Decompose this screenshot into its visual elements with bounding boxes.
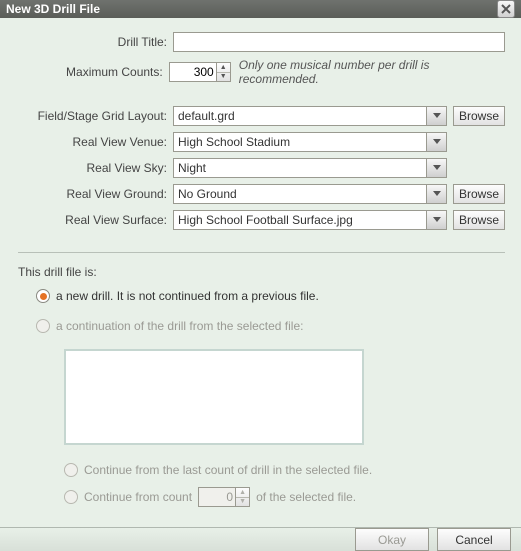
- surface-dropdown[interactable]: High School Football Surface.jpg: [173, 210, 447, 230]
- field-layout-value: default.grd: [173, 106, 427, 126]
- spinner-buttons[interactable]: ▲ ▼: [217, 62, 231, 82]
- drill-title-input[interactable]: [173, 32, 505, 52]
- sky-dropdown[interactable]: Night: [173, 158, 447, 178]
- cancel-button[interactable]: Cancel: [437, 528, 511, 551]
- close-button[interactable]: [497, 0, 515, 18]
- file-list-box[interactable]: [64, 349, 364, 445]
- radio-new-drill-label: a new drill. It is not continued from a …: [56, 289, 319, 303]
- dialog-title: New 3D Drill File: [6, 2, 497, 16]
- continue-count-spinner: ▲ ▼: [198, 487, 250, 507]
- divider: [18, 252, 505, 253]
- chevron-down-icon[interactable]: [427, 210, 447, 230]
- radio-continuation-label: a continuation of the drill from the sel…: [56, 319, 303, 333]
- browse-button-layout[interactable]: Browse: [453, 106, 505, 126]
- browse-button-surface[interactable]: Browse: [453, 210, 505, 230]
- chevron-down-icon[interactable]: [427, 184, 447, 204]
- spinner-buttons: ▲ ▼: [236, 487, 250, 507]
- chevron-down-icon[interactable]: [427, 106, 447, 126]
- radio-continue-last: [64, 463, 78, 477]
- label-surface: Real View Surface:: [18, 213, 173, 227]
- label-max-counts: Maximum Counts:: [18, 65, 169, 79]
- radio-continue-last-label: Continue from the last count of drill in…: [84, 463, 372, 477]
- continuation-group: Continue from the last count of drill in…: [64, 349, 505, 517]
- continue-count-input: [198, 487, 236, 507]
- spinner-up-icon[interactable]: ▲: [217, 63, 230, 73]
- surface-value: High School Football Surface.jpg: [173, 210, 427, 230]
- spinner-down-icon: ▼: [236, 498, 249, 507]
- chevron-down-icon[interactable]: [427, 158, 447, 178]
- close-icon: [501, 4, 511, 14]
- radio-continue-count: [64, 490, 78, 504]
- dialog-body: Drill Title: Maximum Counts: ▲ ▼ Only on…: [0, 18, 521, 527]
- label-sky: Real View Sky:: [18, 161, 173, 175]
- okay-button[interactable]: Okay: [355, 528, 429, 551]
- label-field-layout: Field/Stage Grid Layout:: [18, 109, 173, 123]
- field-layout-dropdown[interactable]: default.grd: [173, 106, 447, 126]
- dialog-footer: Okay Cancel: [0, 527, 521, 551]
- continue-count-post: of the selected file.: [256, 490, 356, 504]
- venue-value: High School Stadium: [173, 132, 427, 152]
- browse-button-ground[interactable]: Browse: [453, 184, 505, 204]
- ground-value: No Ground: [173, 184, 427, 204]
- label-ground: Real View Ground:: [18, 187, 173, 201]
- chevron-down-icon[interactable]: [427, 132, 447, 152]
- max-counts-input[interactable]: [169, 62, 217, 82]
- dialog: New 3D Drill File Drill Title: Maximum C…: [0, 0, 521, 543]
- titlebar: New 3D Drill File: [0, 0, 521, 18]
- max-counts-spinner[interactable]: ▲ ▼: [169, 62, 231, 82]
- spinner-down-icon[interactable]: ▼: [217, 73, 230, 82]
- ground-dropdown[interactable]: No Ground: [173, 184, 447, 204]
- max-counts-hint: Only one musical number per drill is rec…: [239, 58, 505, 86]
- section-heading: This drill file is:: [18, 265, 505, 279]
- sky-value: Night: [173, 158, 427, 178]
- continue-count-pre: Continue from count: [84, 490, 192, 504]
- label-venue: Real View Venue:: [18, 135, 173, 149]
- radio-continuation[interactable]: [36, 319, 50, 333]
- radio-new-drill[interactable]: [36, 289, 50, 303]
- spinner-up-icon: ▲: [236, 488, 249, 498]
- venue-dropdown[interactable]: High School Stadium: [173, 132, 447, 152]
- label-drill-title: Drill Title:: [18, 35, 173, 49]
